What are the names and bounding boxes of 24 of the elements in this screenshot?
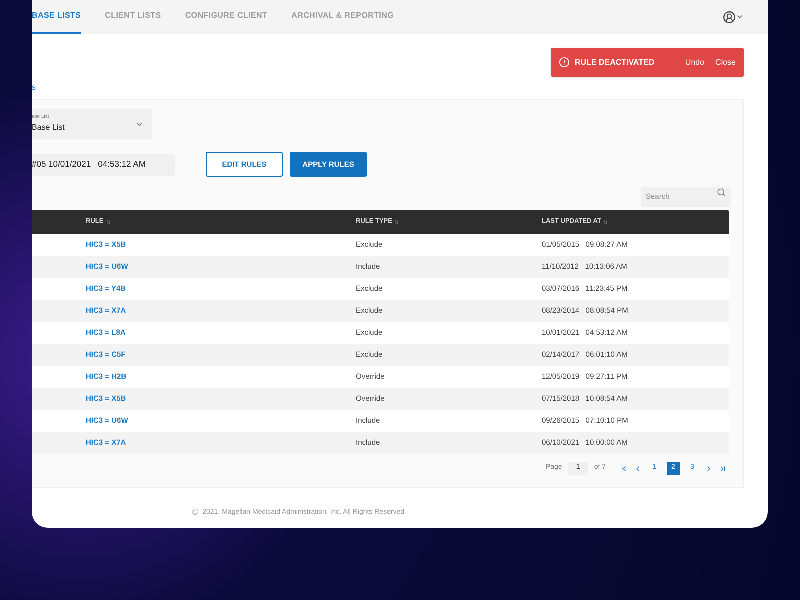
search-icon [717,188,726,197]
last-page-icon[interactable] [719,464,727,472]
version-value: #05 10/01/2021 04:53:12 AM [32,158,146,171]
select-value: Base List [32,122,66,134]
user-menu-button[interactable] [723,10,744,24]
user-icon [723,10,736,24]
previous-page-icon[interactable] [634,464,642,472]
version-field[interactable]: #05 10/01/2021 04:53:12 AM [32,154,175,176]
nav-tab[interactable]: ARCHIVAL & REPORTING [292,0,394,34]
caret-icon [736,13,744,21]
sort-icon [106,220,111,224]
first-page-icon[interactable] [620,464,628,472]
toast-action[interactable]: Close [716,56,736,68]
sort-icon [394,220,400,224]
next-page-icon[interactable] [705,464,713,472]
nav-tab[interactable]: BASE LISTS [32,0,82,34]
nav-tab[interactable]: CONFIGURE CLIENT [185,0,268,34]
alert-icon [559,57,570,68]
toast-action[interactable]: Undo [685,56,705,68]
sort-icon [603,220,608,224]
toast-message: RULE DEACTIVATED [575,56,656,68]
breadcrumb-link[interactable]: s [32,82,36,94]
copyright-symbol: © [192,506,199,519]
nav-tab[interactable]: CLIENT LISTS [105,0,162,34]
